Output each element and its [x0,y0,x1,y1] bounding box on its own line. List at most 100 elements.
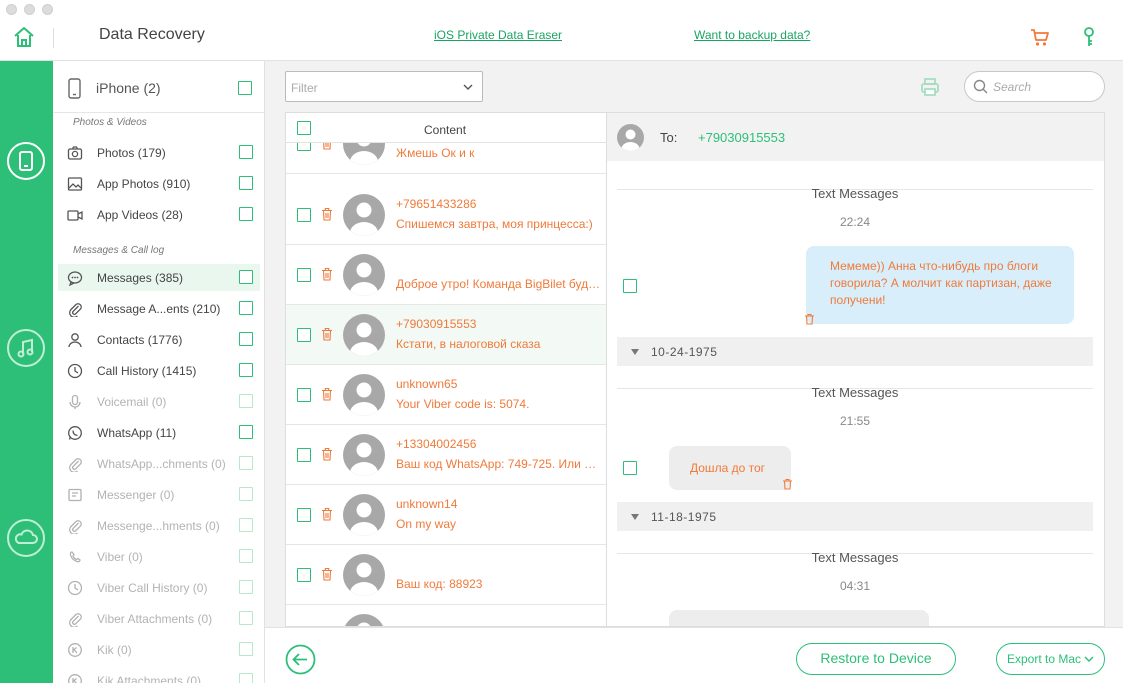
sender-name: +13304002456 [396,437,477,451]
restore-to-device-button[interactable]: Restore to Device [796,643,956,675]
sidebar-item-label: Message A...ents (210) [97,302,221,316]
sidebar-item-checkbox[interactable] [239,207,253,221]
sidebar-item-checkbox[interactable] [239,301,253,315]
window-zoom-button[interactable] [42,4,53,15]
conversation-header: To: +79030915553 [607,113,1104,161]
collapse-triangle-icon [631,514,639,520]
row-checkbox[interactable] [297,508,311,522]
sidebar-item-checkbox[interactable] [239,580,253,594]
row-checkbox[interactable] [297,268,311,282]
avatar [343,554,385,596]
sidebar-item[interactable]: Viber Attachments (0) [58,605,260,632]
cart-icon[interactable] [1029,26,1051,48]
category-sidebar: iPhone (2) Photos & Videos Messages & Ca… [53,61,265,683]
device-checkbox[interactable] [238,81,252,95]
back-arrow-icon[interactable] [285,644,316,675]
trash-icon[interactable] [804,313,815,325]
select-all-checkbox[interactable] [297,121,311,135]
sidebar-item-checkbox[interactable] [239,332,253,346]
sidebar-item-checkbox[interactable] [239,611,253,625]
sidebar-item[interactable]: Call History (1415) [58,357,260,384]
sidebar-item[interactable]: Messenge...hments (0) [58,512,260,539]
scroll-area[interactable] [607,161,1103,163]
message-preview: On my way [396,517,457,531]
home-icon[interactable] [12,25,36,49]
trash-icon[interactable] [321,567,333,581]
sidebar-item-checkbox[interactable] [239,363,253,377]
message-list-item[interactable]: +79651433286 Спишемся завтра, моя принцес… [286,185,606,245]
row-checkbox[interactable] [297,208,311,222]
trash-icon[interactable] [782,478,793,490]
message-list-item[interactable]: Ваш код: 88923 [286,545,606,605]
row-checkbox[interactable] [297,388,311,402]
backup-link[interactable]: Want to backup data? [694,28,810,42]
sidebar-item[interactable]: Photos (179) [58,139,260,166]
sidebar-item[interactable]: App Photos (910) [58,170,260,197]
eraser-link[interactable]: iOS Private Data Eraser [434,28,562,42]
sidebar-item-checkbox[interactable] [239,673,253,683]
message-bubble-received: Дошла до тог [669,446,791,490]
row-checkbox[interactable] [297,328,311,342]
print-icon[interactable] [920,77,940,97]
row-checkbox[interactable] [297,448,311,462]
window-close-button[interactable] [6,4,17,15]
message-list-item[interactable]: +13304002456 Ваш код WhatsApp: 749-725. И… [286,425,606,485]
list-header: Content [286,113,606,143]
search-field[interactable]: Search [964,71,1105,102]
date-divider[interactable]: 10-24-1975 [617,337,1093,366]
sidebar-item[interactable]: Kik (0) [58,636,260,663]
sidebar-item[interactable]: App Videos (28) [58,201,260,228]
message-bubble-sent: Мемеме)) Анна что-нибудь про блоги говор… [806,246,1074,324]
message-list-item[interactable]: unknown14 On my way [286,485,606,545]
message-list-item[interactable]: unknown65 Your Viber code is: 5074. [286,365,606,425]
sidebar-item-checkbox[interactable] [239,176,253,190]
date-divider[interactable]: 11-18-1975 [617,502,1093,531]
sender-name: unknown65 [396,377,458,391]
sidebar-item-checkbox[interactable] [239,549,253,563]
device-row[interactable]: iPhone (2) [53,61,264,113]
sidebar-item[interactable]: Messenger (0) [58,481,260,508]
message-time: 22:24 [839,215,871,229]
filter-dropdown[interactable]: Filter [285,71,483,102]
message-checkbox[interactable] [623,461,637,475]
message-list-item[interactable] [286,605,606,626]
sidebar-item-checkbox[interactable] [239,487,253,501]
sidebar-item-checkbox[interactable] [239,394,253,408]
sidebar-item-checkbox[interactable] [239,270,253,284]
window-minimize-button[interactable] [24,4,35,15]
itunes-mode-icon[interactable] [7,329,45,367]
sidebar-item[interactable]: Contacts (1776) [58,326,260,353]
sidebar-item-checkbox[interactable] [239,456,253,470]
sidebar-item[interactable]: Message A...ents (210) [58,295,260,322]
avatar [343,614,385,626]
sidebar-item-checkbox[interactable] [239,145,253,159]
sidebar-item[interactable]: Viber Call History (0) [58,574,260,601]
trash-icon[interactable] [321,207,333,221]
kik-icon [68,643,82,657]
sidebar-item-checkbox[interactable] [239,518,253,532]
key-icon[interactable] [1081,26,1097,48]
sidebar-item-label: App Videos (28) [97,208,183,222]
trash-icon[interactable] [321,507,333,521]
sidebar-item[interactable]: WhatsApp...chments (0) [58,450,260,477]
message-checkbox[interactable] [623,279,637,293]
device-mode-icon[interactable] [7,142,45,180]
row-checkbox[interactable] [297,568,311,582]
icloud-mode-icon[interactable] [7,519,45,557]
export-to-mac-button[interactable]: Export to Mac [996,643,1105,675]
trash-icon[interactable] [321,267,333,281]
message-list-item[interactable]: Доброе утро! Команда BigBilet будет рада… [286,245,606,305]
sender-name: unknown14 [396,497,458,511]
sidebar-item-checkbox[interactable] [239,425,253,439]
sidebar-item-checkbox[interactable] [239,642,253,656]
message-list-item[interactable]: +79030915553 Кстати, в налоговой сказа [286,305,606,365]
image-icon [67,177,83,191]
sidebar-item[interactable]: WhatsApp (11) [58,419,260,446]
trash-icon[interactable] [321,327,333,341]
trash-icon[interactable] [321,447,333,461]
trash-icon[interactable] [321,387,333,401]
sidebar-item[interactable]: Viber (0) [58,543,260,570]
sidebar-item[interactable]: Voicemail (0) [58,388,260,415]
sidebar-item[interactable]: Kik Attachments (0) [58,667,260,683]
sidebar-item[interactable]: Messages (385) [58,264,260,291]
